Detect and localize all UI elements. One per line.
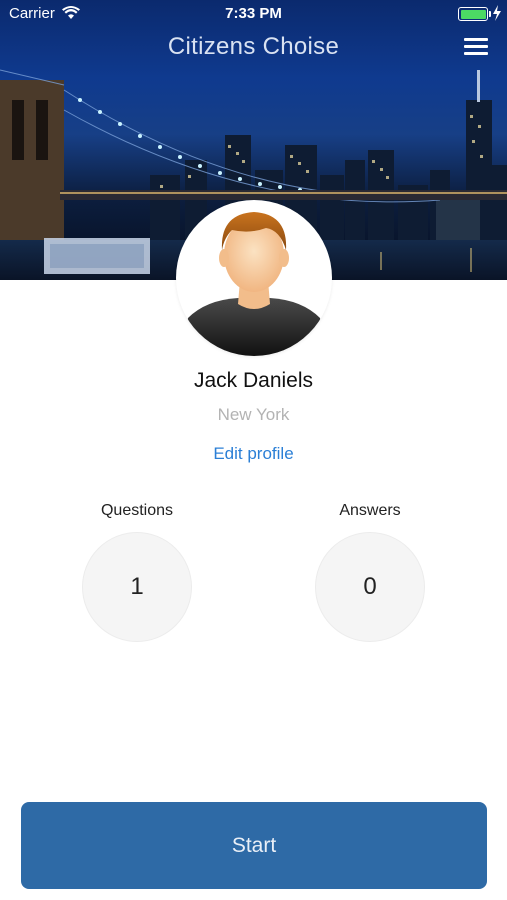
answers-count: 0 xyxy=(363,573,377,600)
battery-nub xyxy=(489,11,491,17)
edit-profile-link[interactable]: Edit profile xyxy=(200,444,307,464)
profile-city: New York xyxy=(217,405,290,424)
answers-label: Answers xyxy=(339,502,401,519)
questions-count: 1 xyxy=(130,573,144,600)
profile-name: Jack Daniels xyxy=(193,369,314,392)
default-male-avatar-icon xyxy=(182,212,326,356)
hamburger-menu-icon[interactable] xyxy=(464,38,488,56)
questions-count-circle[interactable]: 1 xyxy=(82,532,192,642)
avatar[interactable] xyxy=(176,200,332,356)
charging-bolt-icon xyxy=(493,5,501,21)
start-button[interactable]: Start xyxy=(21,802,487,889)
answers-count-circle[interactable]: 0 xyxy=(315,532,425,642)
start-button-label: Start xyxy=(231,833,277,857)
battery-icon xyxy=(458,7,488,21)
status-bar: Carrier 7:33 PM xyxy=(0,0,507,28)
questions-label: Questions xyxy=(100,502,174,519)
status-time: 7:33 PM xyxy=(225,5,282,22)
page-title: Citizens Choise xyxy=(167,33,340,60)
